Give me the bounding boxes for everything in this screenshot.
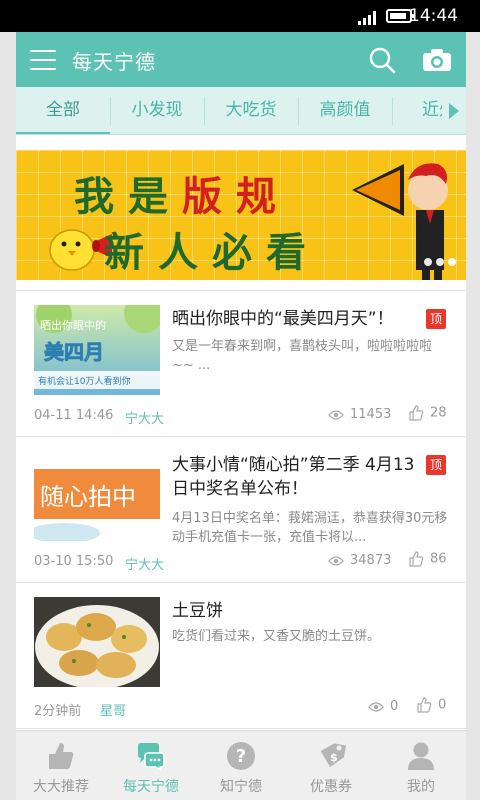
eye-icon	[368, 701, 384, 712]
banner-text-b: 版规	[182, 173, 290, 220]
like-button[interactable]: 28	[408, 405, 447, 421]
menu-icon[interactable]	[30, 50, 56, 70]
signal-icon	[358, 11, 376, 25]
thumb-caption-1: 晒出你眼中的	[40, 318, 106, 332]
tabs-scroll-right[interactable]	[442, 87, 466, 134]
camera-icon[interactable]	[422, 48, 452, 72]
question-icon: ?	[227, 742, 255, 770]
post-author[interactable]: 宁大大	[125, 408, 164, 427]
post-title: 晒出你眼中的“最美四月天”！	[172, 309, 394, 329]
banner-line-1: 我是版规	[74, 164, 290, 222]
view-count: 11453	[328, 407, 391, 422]
post-thumbnail: 随心拍中	[34, 451, 160, 541]
coupon-tag-icon: $	[320, 743, 346, 768]
status-bar: 14:44	[0, 0, 480, 32]
app-shell: 每天宁德 全部 小发现 大吃货 高颜值 近处 我是版规 新人必看 晒出你眼中的 …	[16, 32, 466, 800]
pinned-badge: 顶	[426, 309, 446, 329]
app-bar: 每天宁德	[16, 32, 466, 87]
thumbs-up-outline-icon	[417, 697, 432, 713]
view-count: 0	[368, 699, 398, 714]
chat-bubble-icon	[138, 743, 165, 771]
like-button[interactable]: 0	[416, 697, 446, 713]
thumbs-up-outline-icon	[409, 405, 424, 421]
post-date: 03-10 15:50	[34, 554, 114, 569]
tab-all[interactable]: 全部	[16, 87, 110, 134]
eye-icon	[328, 555, 344, 566]
banner-line-2: 新人必看	[104, 229, 320, 276]
post-thumbnail	[34, 597, 160, 687]
promo-banner[interactable]: 我是版规 新人必看	[16, 150, 466, 280]
eye-icon	[328, 409, 344, 420]
nav-recommend[interactable]: 大大推荐	[16, 731, 106, 800]
post-date: 04-11 14:46	[34, 408, 114, 423]
app-title: 每天宁德	[72, 50, 156, 74]
nav-daily-ningde[interactable]: 每天宁德	[106, 731, 196, 800]
post-excerpt: 4月13日中奖名单：莪婼澙迋，恭喜获得30元移动手机充值卡一张，充值卡将以...	[172, 511, 448, 545]
nav-know-ningde[interactable]: ? 知宁德	[196, 731, 286, 800]
thumb-caption-3: 有机会让10万人看到你	[38, 375, 130, 387]
svg-text:$: $	[330, 751, 338, 764]
post-feed: 晒出你眼中的 美四月 有机会让10万人看到你 晒出你眼中的“最美四月天”！ 顶 …	[16, 290, 466, 730]
thumbs-up-icon	[49, 743, 74, 769]
thumb-caption-2: 美四月	[44, 340, 104, 364]
post-excerpt: 吃货们看过来，又香又脆的土豆饼。	[172, 629, 381, 644]
thumbs-up-outline-icon	[409, 551, 424, 567]
post-title: 大事小情“随心拍”第二季 4月13日中奖名单公布！	[172, 455, 415, 499]
banner-pager	[420, 251, 456, 270]
banner-text-a: 我是	[74, 173, 182, 220]
post-date: 2分钟前	[34, 704, 82, 719]
thumb-caption-4: 随心拍中	[40, 483, 136, 511]
like-button[interactable]: 86	[408, 551, 447, 567]
post-excerpt: 又是一年春来到啊，喜鹊枝头叫，啦啦啦啦啦~~ ...	[172, 339, 433, 373]
list-item[interactable]: 晒出你眼中的 美四月 有机会让10万人看到你 晒出你眼中的“最美四月天”！ 顶 …	[16, 291, 466, 437]
bottom-nav: 大大推荐 每天宁德 ? 知宁德 $ 优惠券 我的	[16, 730, 466, 800]
post-title: 土豆饼	[172, 601, 223, 621]
svg-text:?: ?	[236, 746, 246, 767]
list-item[interactable]: 随心拍中 大事小情“随心拍”第二季 4月13日中奖名单公布！ 顶 4月13日中奖…	[16, 437, 466, 583]
list-item[interactable]: 土豆饼 吃货们看过来，又香又脆的土豆饼。 2分钟前 星哥 0 0	[16, 583, 466, 729]
view-count: 34873	[328, 553, 391, 568]
nav-coupons[interactable]: $ 优惠券	[286, 731, 376, 800]
status-time: 14:44	[409, 6, 458, 26]
post-thumbnail: 晒出你眼中的 美四月 有机会让10万人看到你	[34, 305, 160, 395]
tab-good-looks[interactable]: 高颜值	[298, 87, 392, 134]
tab-foodies[interactable]: 大吃货	[204, 87, 298, 134]
post-author[interactable]: 星哥	[100, 700, 126, 719]
pinned-badge: 顶	[426, 455, 446, 475]
user-icon	[408, 742, 434, 770]
tab-discoveries[interactable]: 小发现	[110, 87, 204, 134]
category-tabs: 全部 小发现 大吃货 高颜值 近处	[16, 87, 466, 135]
nav-mine[interactable]: 我的	[376, 731, 466, 800]
post-author[interactable]: 宁大大	[125, 554, 164, 573]
search-icon[interactable]	[368, 46, 396, 74]
chevron-right-icon	[449, 103, 459, 119]
